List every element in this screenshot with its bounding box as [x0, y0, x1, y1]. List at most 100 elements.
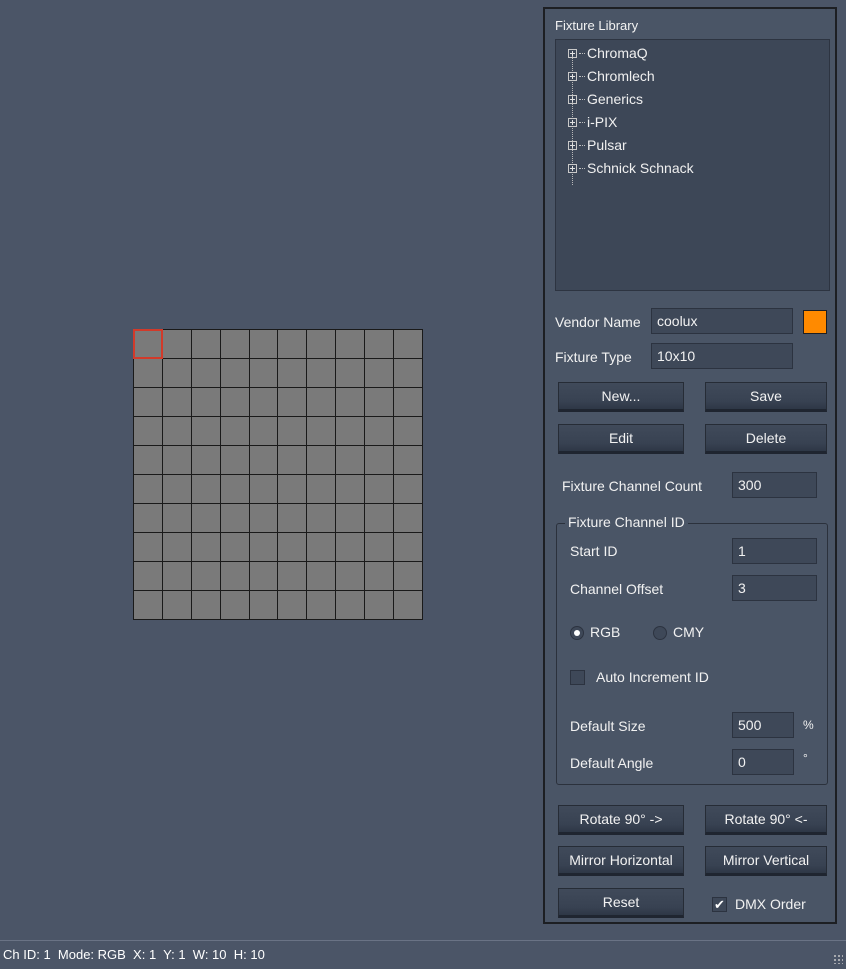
auto-increment-checkbox[interactable]: [570, 670, 585, 685]
fixture-cell[interactable]: [249, 475, 278, 503]
fixture-cell[interactable]: [191, 562, 220, 590]
fixture-cell[interactable]: [307, 417, 336, 445]
fixture-cell[interactable]: [162, 388, 191, 416]
fixture-cell[interactable]: [365, 330, 394, 358]
fixture-cell[interactable]: [307, 504, 336, 532]
new-button[interactable]: New...: [558, 382, 684, 412]
fixture-cell[interactable]: [191, 504, 220, 532]
fixture-cell[interactable]: [365, 504, 394, 532]
fixture-cell[interactable]: [162, 330, 191, 358]
tree-item-chromlech[interactable]: Chromlech: [568, 65, 655, 87]
fixture-canvas[interactable]: [7, 7, 540, 933]
fixture-cell[interactable]: [307, 475, 336, 503]
fixture-cell[interactable]: [162, 591, 191, 619]
default-angle-field[interactable]: 0: [732, 749, 794, 775]
fixture-cell[interactable]: [278, 504, 307, 532]
fixture-cell[interactable]: [336, 446, 365, 474]
vendor-color-swatch[interactable]: [803, 310, 827, 334]
fixture-cell[interactable]: [249, 504, 278, 532]
resize-grip-icon[interactable]: [833, 954, 843, 964]
tree-item-pulsar[interactable]: Pulsar: [568, 134, 627, 156]
delete-button[interactable]: Delete: [705, 424, 827, 454]
fixture-cell[interactable]: [191, 330, 220, 358]
fixture-cell[interactable]: [278, 562, 307, 590]
fixture-cell[interactable]: [162, 504, 191, 532]
tree-item-chromaq[interactable]: ChromaQ: [568, 42, 648, 64]
fixture-cell[interactable]: [191, 388, 220, 416]
fixture-cell[interactable]: [220, 446, 249, 474]
fixture-cell[interactable]: [278, 388, 307, 416]
fixture-cell[interactable]: [278, 533, 307, 561]
fixture-cell[interactable]: [220, 359, 249, 387]
fixture-cell[interactable]: [249, 446, 278, 474]
fixture-cell[interactable]: [394, 504, 422, 532]
fixture-cell[interactable]: [162, 446, 191, 474]
fixture-cell[interactable]: [336, 562, 365, 590]
expand-icon[interactable]: [568, 71, 577, 81]
fixture-cell[interactable]: [365, 359, 394, 387]
rotate-cw-button[interactable]: Rotate 90° ->: [558, 805, 684, 835]
fixture-cell[interactable]: [162, 562, 191, 590]
fixture-cell[interactable]: [307, 359, 336, 387]
fixture-cell[interactable]: [191, 533, 220, 561]
fixture-cell[interactable]: [365, 475, 394, 503]
expand-icon[interactable]: [568, 117, 577, 127]
fixture-cell[interactable]: [134, 562, 162, 590]
fixture-cell[interactable]: [278, 475, 307, 503]
start-id-field[interactable]: 1: [732, 538, 817, 564]
fixture-cell[interactable]: [307, 562, 336, 590]
fixture-cell[interactable]: [394, 475, 422, 503]
fixture-cell[interactable]: [365, 417, 394, 445]
fixture-cell[interactable]: [394, 359, 422, 387]
fixture-cell[interactable]: [134, 533, 162, 561]
fixture-cell[interactable]: [278, 330, 307, 358]
fixture-cell[interactable]: [365, 591, 394, 619]
fixture-cell[interactable]: [162, 359, 191, 387]
expand-icon[interactable]: [568, 163, 577, 173]
fixture-cell[interactable]: [278, 417, 307, 445]
fixture-cell[interactable]: [249, 417, 278, 445]
fixture-cell[interactable]: [249, 359, 278, 387]
edit-button[interactable]: Edit: [558, 424, 684, 454]
tree-item-ipix[interactable]: i-PIX: [568, 111, 617, 133]
fixture-cell[interactable]: [162, 417, 191, 445]
tree-item-generics[interactable]: Generics: [568, 88, 643, 110]
fixture-cell[interactable]: [336, 330, 365, 358]
fixture-cell[interactable]: [134, 504, 162, 532]
fixture-cell[interactable]: [394, 562, 422, 590]
channel-count-field[interactable]: 300: [732, 472, 817, 498]
fixture-cell[interactable]: [134, 446, 162, 474]
fixture-cell[interactable]: [394, 533, 422, 561]
fixture-cell[interactable]: [336, 359, 365, 387]
fixture-cell[interactable]: [278, 446, 307, 474]
rgb-radio[interactable]: [570, 626, 584, 640]
expand-icon[interactable]: [568, 48, 577, 58]
save-button[interactable]: Save: [705, 382, 827, 412]
fixture-cell[interactable]: [220, 475, 249, 503]
tree-item-schnick-schnack[interactable]: Schnick Schnack: [568, 157, 694, 179]
fixture-cell[interactable]: [365, 562, 394, 590]
fixture-cell[interactable]: [162, 533, 191, 561]
fixture-cell[interactable]: [278, 591, 307, 619]
fixture-cell[interactable]: [220, 533, 249, 561]
fixture-cell[interactable]: [307, 533, 336, 561]
fixture-cell[interactable]: [336, 388, 365, 416]
fixture-cell[interactable]: [394, 446, 422, 474]
fixture-cell[interactable]: [191, 359, 220, 387]
dmx-order-checkbox[interactable]: ✔: [712, 897, 727, 912]
vendor-name-field[interactable]: coolux: [651, 308, 793, 334]
fixture-cell[interactable]: [220, 388, 249, 416]
fixture-cell[interactable]: [249, 330, 278, 358]
expand-icon[interactable]: [568, 140, 577, 150]
fixture-cell[interactable]: [134, 388, 162, 416]
fixture-cell[interactable]: [220, 330, 249, 358]
fixture-cell[interactable]: [365, 388, 394, 416]
fixture-cell[interactable]: [134, 591, 162, 619]
fixture-cell[interactable]: [220, 591, 249, 619]
reset-button[interactable]: Reset: [558, 888, 684, 918]
mirror-horizontal-button[interactable]: Mirror Horizontal: [558, 846, 684, 876]
fixture-cell[interactable]: [191, 446, 220, 474]
rotate-ccw-button[interactable]: Rotate 90° <-: [705, 805, 827, 835]
cmy-radio[interactable]: [653, 626, 667, 640]
fixture-cell[interactable]: [336, 533, 365, 561]
